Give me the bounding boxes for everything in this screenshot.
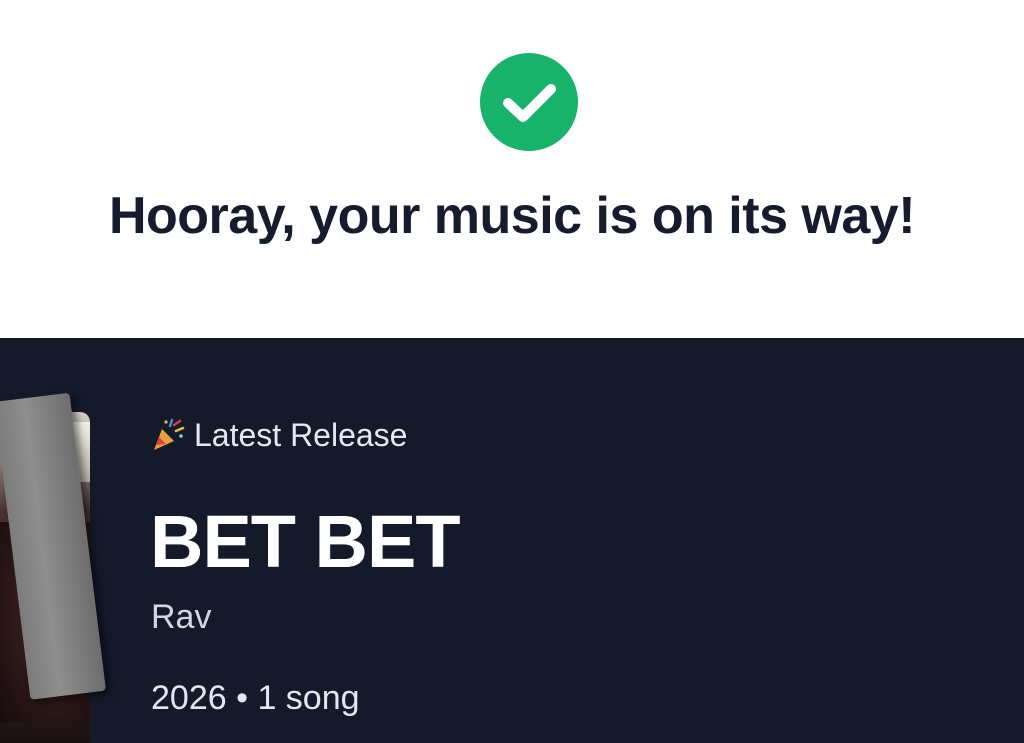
latest-release-label: Latest Release <box>194 417 408 453</box>
meta-separator: • <box>236 679 248 717</box>
release-meta: 2026 • 1 song <box>151 676 360 720</box>
check-icon <box>480 53 578 151</box>
release-song-count: 1 song <box>257 679 360 717</box>
party-popper-icon <box>150 417 186 453</box>
confirmation-header: Hooray, your music is on its way! <box>0 0 1024 338</box>
release-title: BET BET <box>150 500 461 583</box>
latest-release-badge: Latest Release <box>150 415 407 455</box>
release-year: 2026 <box>151 679 227 717</box>
confirmation-message: Hooray, your music is on its way! <box>108 187 916 245</box>
release-artist[interactable]: Rav <box>151 596 211 638</box>
